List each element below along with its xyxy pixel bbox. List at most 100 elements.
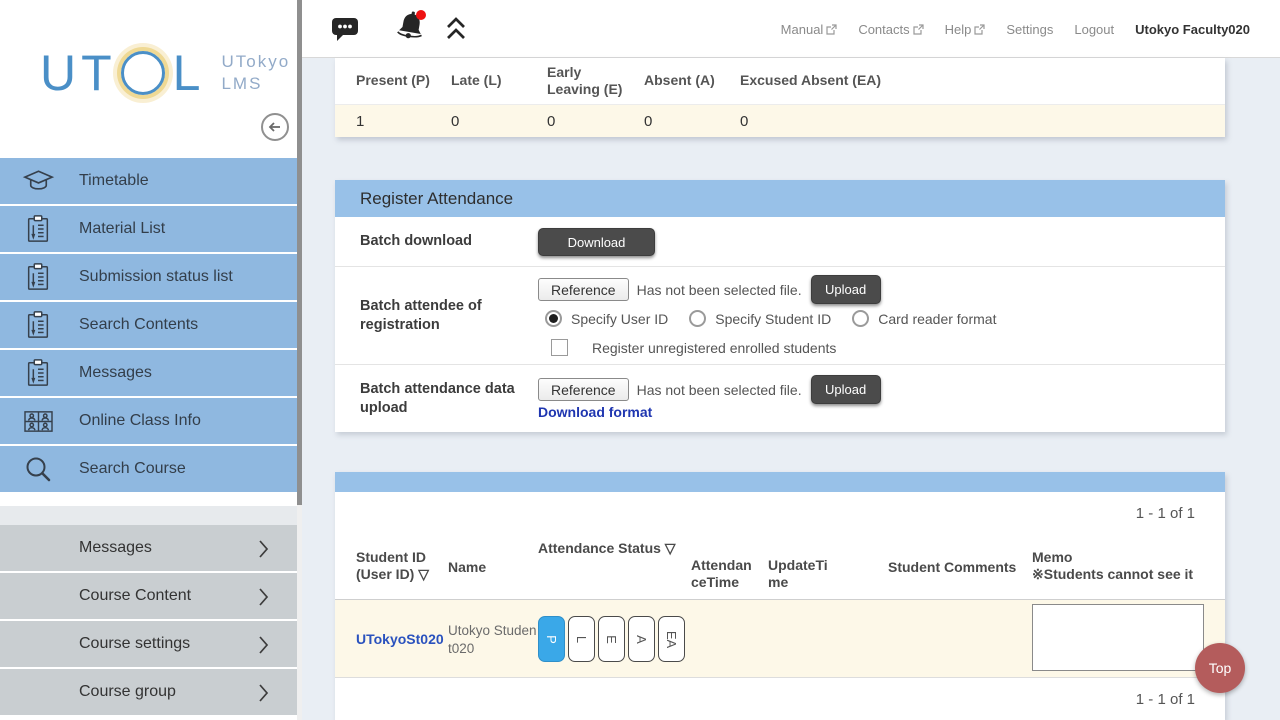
reference-button[interactable]: Reference: [538, 378, 629, 401]
update-time-header: UpdateTime: [768, 557, 836, 591]
name-header: Name: [448, 559, 486, 576]
summary-header-early-leaving: Early Leaving (E): [547, 64, 644, 99]
student-id-link[interactable]: UTokyoSt020: [356, 631, 444, 647]
summary-value-present: 1: [356, 113, 451, 130]
logout-link[interactable]: Logout: [1074, 22, 1114, 37]
student-name: Utokyo Student020: [448, 622, 538, 657]
upload-button[interactable]: Upload: [811, 375, 881, 404]
sidebar-item-messages[interactable]: Messages: [0, 350, 297, 398]
batch-attendee-label: Batch attendee of registration: [335, 267, 538, 364]
logo-text-ut: UT: [40, 48, 117, 98]
chevron-right-icon: [257, 587, 269, 607]
sidebar-section-divider: [0, 506, 297, 525]
upload-button[interactable]: Upload: [811, 275, 881, 304]
username-label: Utokyo Faculty020: [1135, 22, 1250, 37]
sidebar-item-material-list[interactable]: Material List: [0, 206, 297, 254]
status-button-excused-absent[interactable]: EA: [658, 616, 685, 662]
sidebar-item-online-class-info[interactable]: Online Class Info: [0, 398, 297, 446]
sidebar-item-search-contents[interactable]: Search Contents: [0, 302, 297, 350]
memo-textarea[interactable]: [1032, 604, 1204, 671]
summary-header-present: Present (P): [356, 72, 451, 90]
no-file-text: Has not been selected file.: [637, 382, 802, 398]
sidebar-course-nav: Messages Course Content Course settings …: [0, 525, 297, 717]
main-content: Manual Contacts Help S: [302, 0, 1280, 720]
attendance-time-header: AttendanceTime: [691, 557, 755, 591]
register-unregistered-checkbox[interactable]: [551, 339, 568, 356]
download-button[interactable]: Download: [538, 228, 655, 256]
reference-button[interactable]: Reference: [538, 278, 629, 301]
batch-attendance-upload-row: Batch attendance data upload Reference H…: [335, 365, 1225, 432]
scroll-to-top-button[interactable]: Top: [1195, 643, 1245, 693]
notification-bell-icon[interactable]: [394, 8, 430, 46]
chevron-right-icon: [257, 683, 269, 703]
external-link-icon: [826, 24, 837, 35]
settings-link[interactable]: Settings: [1006, 22, 1053, 37]
sidebar-item-course-content[interactable]: Course Content: [0, 573, 297, 621]
radio-specify-user-id[interactable]: [545, 310, 562, 327]
summary-value-absent: 0: [644, 113, 740, 130]
radio-specify-student-id[interactable]: [689, 310, 706, 327]
memo-header: Memo ※Students cannot see it: [1032, 549, 1193, 583]
register-attendance-header: Register Attendance: [335, 180, 1225, 217]
sidebar: UT L UTokyo LMS Timeta: [0, 0, 302, 720]
clipboard-icon: [21, 310, 55, 340]
search-icon: [21, 454, 55, 484]
topbar-menu: Manual Contacts Help S: [781, 0, 1250, 58]
sidebar-item-search-course[interactable]: Search Course: [0, 446, 297, 494]
external-link-icon: [913, 24, 924, 35]
sidebar-item-submission-status-list[interactable]: Submission status list: [0, 254, 297, 302]
no-file-text: Has not been selected file.: [637, 282, 802, 298]
checkbox-label: Register unregistered enrolled students: [592, 340, 836, 356]
status-button-absent[interactable]: A: [628, 616, 655, 662]
student-table-row: UTokyoSt020 Utokyo Student020 P L E A: [335, 600, 1225, 678]
arrow-left-icon: [267, 119, 283, 135]
student-table-header: Student ID (User ID) ▽ Name Attendance S…: [335, 535, 1225, 600]
clipboard-icon: [21, 214, 55, 244]
id-format-radio-group: Specify User ID Specify Student ID Card …: [545, 310, 1008, 327]
video-grid-icon: [21, 408, 55, 435]
utol-lms-page: UT L UTokyo LMS Timeta: [0, 0, 1280, 720]
sidebar-item-course-settings[interactable]: Course settings: [0, 621, 297, 669]
logo-subtitle: UTokyo LMS: [221, 51, 290, 95]
clipboard-icon: [21, 358, 55, 388]
status-button-late[interactable]: L: [568, 616, 595, 662]
manual-link[interactable]: Manual: [781, 22, 838, 37]
external-link-icon: [974, 24, 985, 35]
attendance-status-buttons: P L E A EA: [538, 616, 685, 662]
sidebar-item-course-messages[interactable]: Messages: [0, 525, 297, 573]
chevron-right-icon: [257, 635, 269, 655]
chat-icon[interactable]: [331, 17, 359, 43]
utol-logo: UT L UTokyo LMS: [40, 48, 290, 98]
status-button-early-leaving[interactable]: E: [598, 616, 625, 662]
summary-value-early-leaving: 0: [547, 113, 644, 130]
radio-card-reader-format[interactable]: [852, 310, 869, 327]
batch-download-row: Batch download Download: [335, 217, 1225, 267]
sidebar-item-course-group[interactable]: Course group: [0, 669, 297, 717]
help-link[interactable]: Help: [945, 22, 986, 37]
summary-header-row: Present (P) Late (L) Early Leaving (E) A…: [335, 58, 1225, 105]
chevron-right-icon: [257, 539, 269, 559]
sidebar-collapse-button[interactable]: [261, 113, 289, 141]
contacts-link[interactable]: Contacts: [858, 22, 923, 37]
batch-download-label: Batch download: [335, 217, 538, 266]
register-attendance-panel: Register Attendance Batch download Downl…: [335, 180, 1225, 432]
summary-header-late: Late (L): [451, 72, 547, 90]
collapse-up-icon[interactable]: [444, 16, 468, 42]
student-id-sort-header[interactable]: Student ID (User ID) ▽: [356, 549, 429, 583]
result-count: 1 - 1 of 1: [1136, 691, 1195, 708]
student-comments-header: Student Comments: [888, 559, 1016, 576]
logo-text-l: L: [173, 48, 206, 98]
student-list-panel: 1 - 1 of 1 Student ID (User ID) ▽ Name A…: [335, 472, 1225, 720]
result-count: 1 - 1 of 1: [1136, 505, 1195, 522]
clipboard-icon: [21, 262, 55, 292]
summary-value-row: 1 0 0 0 0: [335, 105, 1225, 137]
graduation-cap-icon: [21, 167, 55, 195]
attendance-summary-table: Present (P) Late (L) Early Leaving (E) A…: [335, 58, 1225, 137]
download-format-link[interactable]: Download format: [538, 404, 652, 420]
status-button-present[interactable]: P: [538, 616, 565, 662]
summary-header-absent: Absent (A): [644, 72, 740, 90]
attendance-status-sort-header[interactable]: Attendance Status ▽: [538, 540, 676, 557]
summary-value-excused-absent: 0: [740, 113, 940, 130]
sidebar-item-timetable[interactable]: Timetable: [0, 158, 297, 206]
logo-o-ring-icon: [121, 51, 165, 95]
